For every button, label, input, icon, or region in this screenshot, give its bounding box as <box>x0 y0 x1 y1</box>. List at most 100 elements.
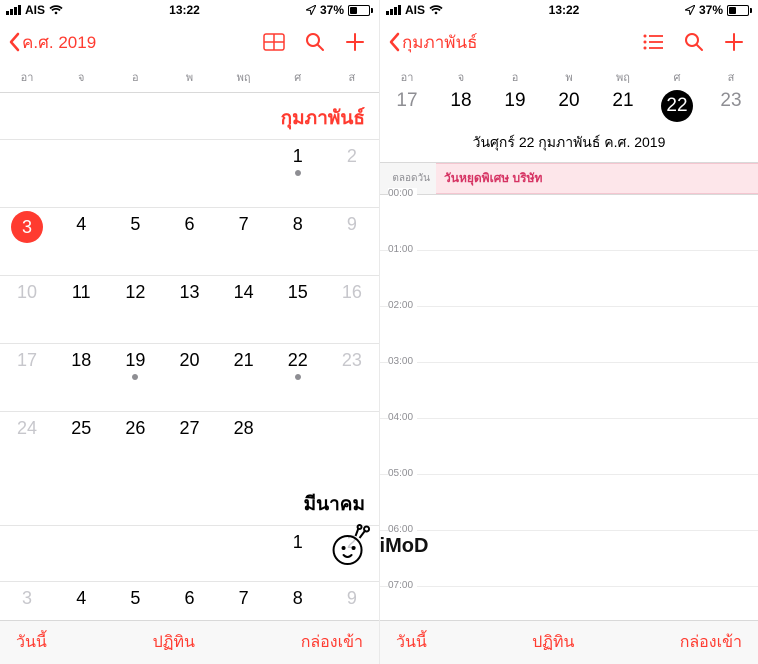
week-day-strip[interactable]: 17181920212223 <box>380 86 758 128</box>
day-cell[interactable]: 13 <box>162 275 216 343</box>
weekday-pill[interactable]: 22 <box>650 90 704 122</box>
day-cell[interactable]: 19 <box>108 343 162 411</box>
signal-icon <box>386 5 401 15</box>
day-cell[interactable]: 5 <box>108 207 162 275</box>
weekday-pill[interactable]: 23 <box>704 90 758 122</box>
day-cell[interactable]: 5 <box>108 581 162 623</box>
list-toggle-button[interactable] <box>642 34 664 50</box>
hour-row[interactable]: 06:00 <box>380 531 758 587</box>
hour-row[interactable]: 02:00 <box>380 307 758 363</box>
day-cell[interactable]: 1 <box>271 525 325 581</box>
month-scroll[interactable]: กุมภาพันธ์ 12345678910111213141516171819… <box>0 93 379 623</box>
day-cell <box>54 139 108 207</box>
day-cell[interactable]: 8 <box>271 207 325 275</box>
day-cell <box>271 411 325 479</box>
day-cell <box>217 525 271 581</box>
day-cell[interactable]: 11 <box>54 275 108 343</box>
calendars-button[interactable]: ปฏิทิน <box>532 630 574 655</box>
battery-pct: 37% <box>320 3 344 17</box>
inbox-button[interactable]: กล่องเข้า <box>680 630 742 655</box>
day-cell[interactable]: 15 <box>271 275 325 343</box>
day-cell <box>162 525 216 581</box>
day-cell[interactable]: 3 <box>0 581 54 623</box>
day-cell[interactable]: 3 <box>0 207 54 275</box>
day-cell[interactable]: 9 <box>325 581 379 623</box>
day-cell <box>0 525 54 581</box>
day-cell[interactable]: 28 <box>217 411 271 479</box>
day-cell <box>108 525 162 581</box>
day-cell[interactable]: 8 <box>271 581 325 623</box>
battery-icon <box>348 5 373 16</box>
day-cell[interactable]: 22 <box>271 343 325 411</box>
hour-row[interactable]: 05:00 <box>380 475 758 531</box>
nav-bar: ค.ศ. 2019 <box>0 20 379 64</box>
day-cell[interactable]: 20 <box>162 343 216 411</box>
day-cell <box>217 139 271 207</box>
hour-row[interactable]: 01:00 <box>380 251 758 307</box>
day-cell[interactable]: 27 <box>162 411 216 479</box>
weekday-pill[interactable]: 17 <box>380 90 434 122</box>
day-cell[interactable]: 2 <box>325 139 379 207</box>
event-dot-icon <box>295 374 301 380</box>
today-button[interactable]: วันนี้ <box>396 630 427 655</box>
add-button[interactable] <box>345 32 365 52</box>
day-cell[interactable]: 9 <box>325 207 379 275</box>
phone-month-view: AIS 13:22 37% ค.ศ. 2019 อาจอพพฤศส กุมภาพ… <box>0 0 379 664</box>
day-cell[interactable]: 18 <box>54 343 108 411</box>
day-cell[interactable]: 6 <box>162 581 216 623</box>
add-button[interactable] <box>724 32 744 52</box>
hour-label: 03:00 <box>388 356 417 367</box>
day-cell[interactable]: 23 <box>325 343 379 411</box>
search-icon <box>305 32 325 52</box>
calendars-button[interactable]: ปฏิทิน <box>153 630 195 655</box>
carrier-label: AIS <box>25 3 45 17</box>
day-cell <box>54 525 108 581</box>
battery-pct: 37% <box>699 3 723 17</box>
day-cell[interactable]: 4 <box>54 207 108 275</box>
location-icon <box>306 5 316 15</box>
day-cell[interactable]: 24 <box>0 411 54 479</box>
weekday-pill[interactable]: 19 <box>488 90 542 122</box>
back-button[interactable]: ค.ศ. 2019 <box>8 29 96 56</box>
hour-grid[interactable]: 00:0001:0002:0003:0004:0005:0006:0007:00 <box>380 195 758 643</box>
day-cell <box>162 139 216 207</box>
hour-row[interactable]: 04:00 <box>380 419 758 475</box>
chevron-left-icon <box>8 32 20 52</box>
day-cell[interactable]: 7 <box>217 207 271 275</box>
month-label-feb: กุมภาพันธ์ <box>0 93 379 139</box>
day-cell[interactable]: 2 <box>325 525 379 581</box>
signal-icon <box>6 5 21 15</box>
day-cell[interactable]: 14 <box>217 275 271 343</box>
back-button[interactable]: กุมภาพันธ์ <box>388 29 477 56</box>
day-cell[interactable]: 21 <box>217 343 271 411</box>
plus-icon <box>345 32 365 52</box>
day-cell[interactable]: 12 <box>108 275 162 343</box>
weekday-pill[interactable]: 18 <box>434 90 488 122</box>
hour-row[interactable]: 03:00 <box>380 363 758 419</box>
day-cell[interactable]: 16 <box>325 275 379 343</box>
allday-event[interactable]: วันหยุดพิเศษ บริษัท <box>436 163 758 194</box>
day-cell[interactable]: 4 <box>54 581 108 623</box>
day-cell[interactable]: 17 <box>0 343 54 411</box>
day-cell[interactable]: 6 <box>162 207 216 275</box>
weekday-pill[interactable]: 21 <box>596 90 650 122</box>
carrier-label: AIS <box>405 3 425 17</box>
weekday-header: อาจอพพฤศส <box>380 64 758 86</box>
month-grid-feb: 1234567891011121314151617181920212223242… <box>0 139 379 479</box>
hour-row[interactable]: 00:00 <box>380 195 758 251</box>
allday-row: ตลอดวัน วันหยุดพิเศษ บริษัท <box>380 163 758 195</box>
view-toggle-button[interactable] <box>263 33 285 51</box>
day-cell[interactable]: 25 <box>54 411 108 479</box>
search-button[interactable] <box>305 32 325 52</box>
list-icon <box>642 34 664 50</box>
chevron-left-icon <box>388 32 400 52</box>
day-cell[interactable]: 1 <box>271 139 325 207</box>
day-cell[interactable]: 7 <box>217 581 271 623</box>
day-cell[interactable]: 26 <box>108 411 162 479</box>
search-button[interactable] <box>684 32 704 52</box>
full-date-label: วันศุกร์ 22 กุมภาพันธ์ ค.ศ. 2019 <box>380 128 758 163</box>
weekday-pill[interactable]: 20 <box>542 90 596 122</box>
day-cell[interactable]: 10 <box>0 275 54 343</box>
today-button[interactable]: วันนี้ <box>16 630 47 655</box>
inbox-button[interactable]: กล่องเข้า <box>301 630 363 655</box>
